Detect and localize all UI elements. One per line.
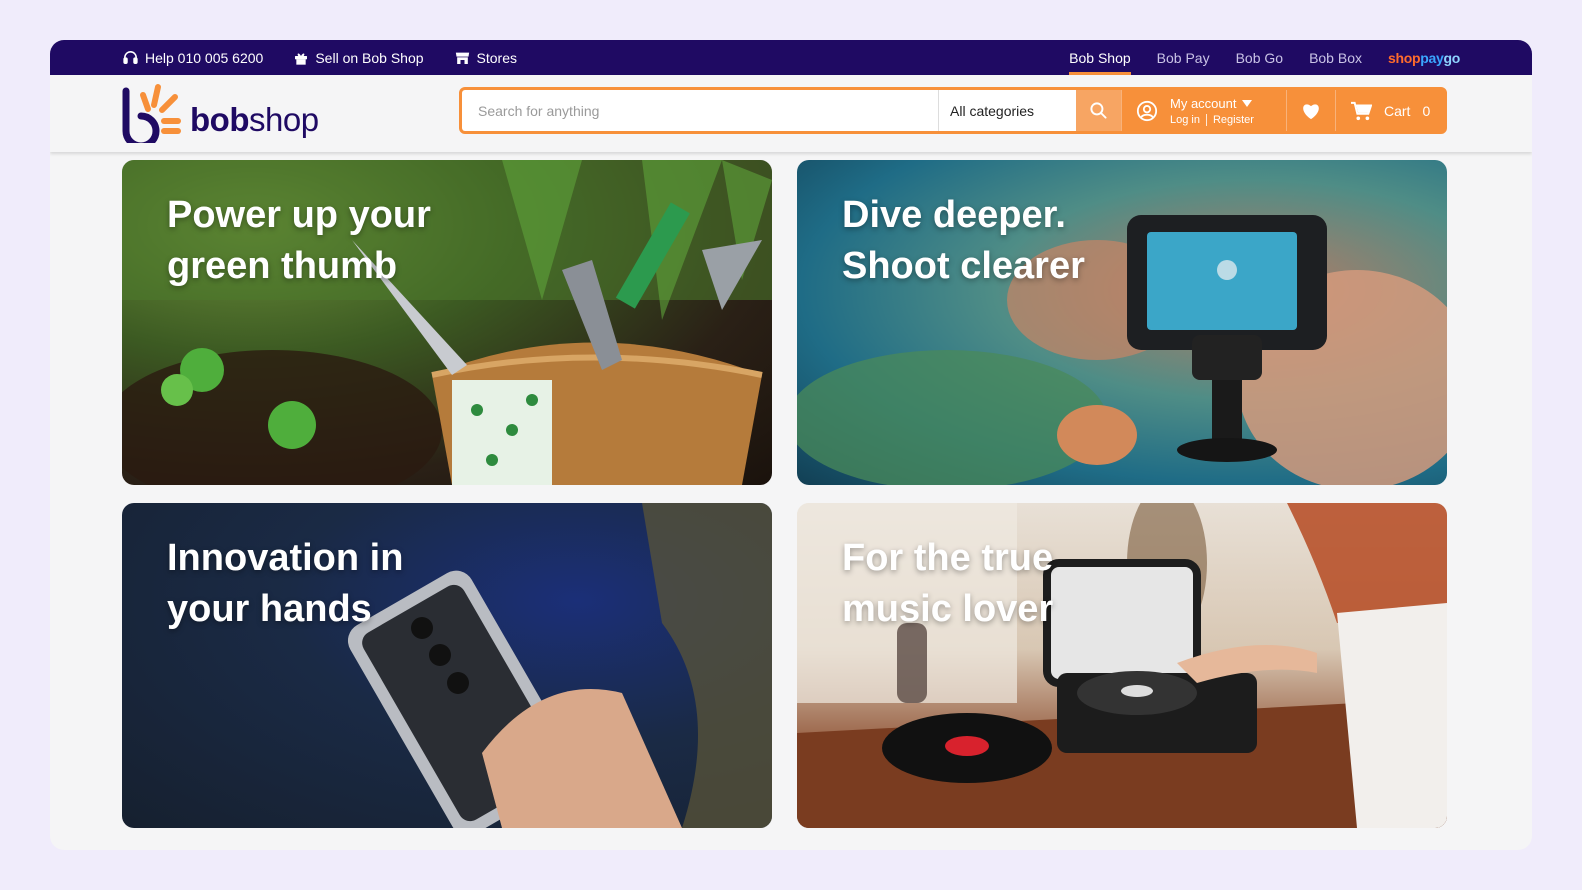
banner-title-underwater: Dive deeper. Shoot clearer	[842, 194, 1085, 287]
heart-icon	[1303, 103, 1319, 119]
nav-bob-box[interactable]: Bob Box	[1309, 40, 1362, 75]
banner-gardening[interactable]: Power up your green thumb	[122, 160, 772, 485]
stores-label: Stores	[476, 49, 517, 66]
bobshop-logo-mark	[122, 84, 181, 143]
wishlist-button[interactable]	[1286, 90, 1335, 131]
help-link[interactable]: Help 010 005 6200	[122, 49, 263, 66]
shopaygo-pay: pay	[1420, 49, 1444, 66]
search-button[interactable]	[1076, 90, 1121, 131]
promo-banner-grid: Power up your green thumb Dive deeper. S…	[122, 160, 1447, 828]
cart-count: 0	[1422, 102, 1431, 119]
shopaygo-logo[interactable]: shop pay go	[1388, 40, 1460, 75]
search-input[interactable]	[462, 90, 938, 131]
shopaygo-go: go	[1443, 49, 1460, 66]
help-label: Help 010 005 6200	[145, 49, 264, 66]
register-link[interactable]: Register	[1213, 114, 1254, 126]
bobshop-logo[interactable]: bobshop	[122, 83, 319, 143]
gift-icon	[295, 52, 308, 65]
headset-icon	[123, 51, 138, 64]
cart-label: Cart	[1384, 102, 1411, 119]
search-icon	[1090, 102, 1107, 119]
sell-link[interactable]: Sell on Bob Shop	[293, 49, 424, 66]
category-select[interactable]: All categories	[938, 90, 1076, 131]
banner-title-smartphone: Innovation in your hands	[167, 537, 404, 630]
sell-label: Sell on Bob Shop	[315, 49, 424, 66]
browser-window: Help 010 005 6200 Sell on Bob Shop Store…	[50, 40, 1532, 850]
logo-word-bold: bob	[190, 101, 249, 138]
cart-icon	[1351, 101, 1372, 120]
account-menu[interactable]: My account Log in Register	[1121, 90, 1286, 131]
nav-bob-go[interactable]: Bob Go	[1236, 40, 1283, 75]
search-bar: All categories My account Log in Registe…	[459, 87, 1447, 134]
user-avatar-icon	[1136, 100, 1158, 121]
storefront-icon	[455, 52, 469, 64]
main-header: bobshop All categories My account Log in…	[50, 75, 1532, 152]
banner-title-gardening: Power up your green thumb	[167, 194, 431, 287]
cart-button[interactable]: Cart 0	[1335, 90, 1444, 131]
banner-title-turntable: For the true music lover	[842, 537, 1054, 630]
shopaygo-shop: shop	[1388, 49, 1421, 66]
bobshop-wordmark: bobshop	[190, 101, 319, 139]
login-link[interactable]: Log in	[1170, 114, 1200, 126]
stores-link[interactable]: Stores	[454, 50, 517, 66]
nav-bob-pay[interactable]: Bob Pay	[1157, 40, 1210, 75]
logo-word-light: shop	[248, 101, 319, 138]
caret-down-icon	[1242, 99, 1253, 107]
banner-turntable[interactable]: For the true music lover	[797, 503, 1447, 828]
banner-underwater-camera[interactable]: Dive deeper. Shoot clearer	[797, 160, 1447, 485]
banner-smartphone[interactable]: Innovation in your hands	[122, 503, 772, 828]
top-utility-bar: Help 010 005 6200 Sell on Bob Shop Store…	[50, 40, 1532, 75]
account-label: My account	[1170, 95, 1237, 111]
nav-bob-shop[interactable]: Bob Shop	[1069, 40, 1131, 75]
